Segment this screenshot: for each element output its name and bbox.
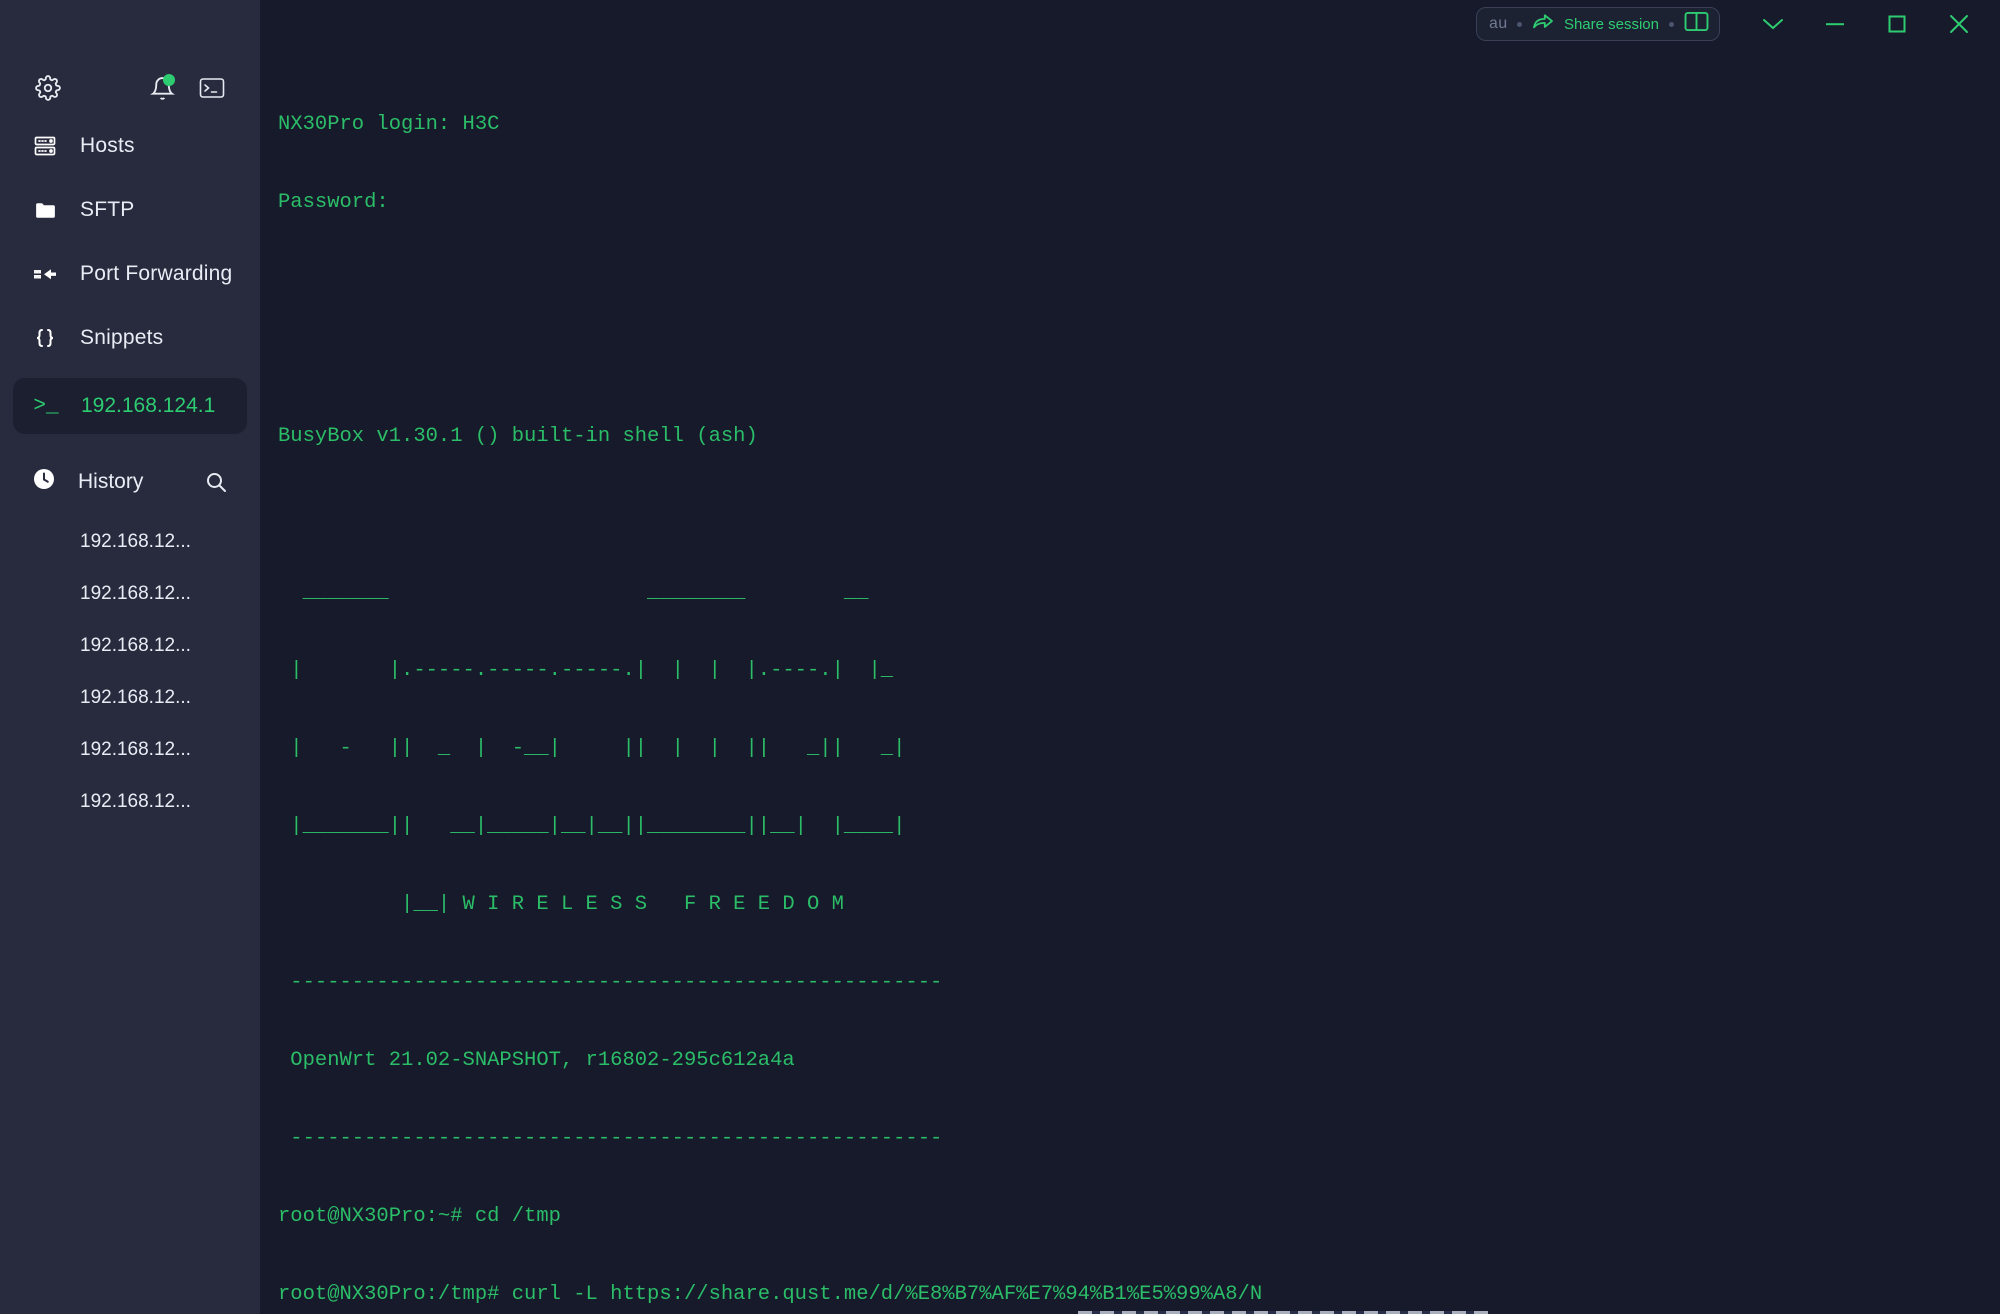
terminal-ascii-art-line: |__| W I R E L E S S F R E E D O M [278, 892, 2000, 918]
terminal-line [278, 268, 2000, 294]
minimize-icon[interactable] [1804, 0, 1866, 48]
split-pane-icon[interactable] [1684, 11, 1709, 37]
terminal-prompt-icon: >_ [33, 395, 59, 418]
server-icon [32, 133, 58, 159]
sidebar-item-label: SFTP [80, 198, 134, 222]
history-item-label: 192.168.12... [80, 791, 191, 813]
terminal-ascii-art-line: | |.-----.-----.-----.| | | |.----.| |_ [278, 658, 2000, 684]
terminal-line: OpenWrt 21.02-SNAPSHOT, r16802-295c612a4… [278, 1048, 2000, 1074]
sidebar-item-label: Snippets [80, 326, 163, 350]
session-name-input[interactable]: au [1489, 15, 1507, 33]
history-item-label: 192.168.12... [80, 531, 191, 553]
sidebar-item-label: Hosts [80, 134, 135, 158]
sidebar-item-snippets[interactable]: Snippets [0, 306, 260, 370]
terminal-panel: au Share session [260, 0, 2000, 1314]
list-item[interactable]: 192.168.12... [0, 620, 260, 672]
terminal-ascii-art-line: |_______|| __|_____|__|__||________||__|… [278, 814, 2000, 840]
terminal-line [278, 502, 2000, 528]
port-forwarding-icon [32, 261, 58, 287]
terminal-icon[interactable] [196, 72, 228, 104]
folder-icon [32, 197, 58, 223]
sidebar-item-sftp[interactable]: SFTP [0, 178, 260, 242]
history-item-label: 192.168.12... [80, 739, 191, 761]
sidebar-toolbar [0, 62, 260, 114]
active-session-label: 192.168.124.1 [81, 394, 215, 418]
terminal-line: ----------------------------------------… [278, 1126, 2000, 1152]
terminal-line: BusyBox v1.30.1 () built-in shell (ash) [278, 424, 2000, 450]
bell-icon[interactable] [146, 72, 178, 104]
braces-icon [32, 325, 58, 351]
history-item-label: 192.168.12... [80, 635, 191, 657]
app-window: Hosts SFTP Port Forwarding [0, 0, 2000, 1314]
share-arrow-icon[interactable] [1532, 13, 1554, 36]
terminal-output[interactable]: NX30Pro login: H3C Password: BusyBox v1.… [260, 0, 2000, 1314]
history-header: History [0, 448, 260, 516]
list-item[interactable]: 192.168.12... [0, 516, 260, 568]
notification-dot [163, 74, 175, 86]
terminal-line: root@NX30Pro:~# cd /tmp [278, 1204, 2000, 1230]
chevron-down-icon[interactable] [1742, 0, 1804, 48]
history-label: History [78, 470, 143, 494]
history-item-label: 192.168.12... [80, 583, 191, 605]
terminal-line: ----------------------------------------… [278, 970, 2000, 996]
window-titlebar: au Share session [260, 0, 2000, 48]
history-item-label: 192.168.12... [80, 687, 191, 709]
list-item[interactable]: 192.168.12... [0, 672, 260, 724]
terminal-line: root@NX30Pro:/tmp# curl -L https://share… [278, 1282, 2000, 1308]
list-item[interactable]: 192.168.12... [0, 724, 260, 776]
terminal-line: NX30Pro login: H3C [278, 112, 2000, 138]
list-item[interactable]: 192.168.12... [0, 776, 260, 828]
maximize-icon[interactable] [1866, 0, 1928, 48]
terminal-line: Password: [278, 190, 2000, 216]
sidebar: Hosts SFTP Port Forwarding [0, 0, 260, 1314]
gear-icon[interactable] [32, 72, 64, 104]
clock-icon [32, 467, 56, 497]
share-session-pill[interactable]: au Share session [1476, 7, 1720, 41]
separator-dot [1669, 22, 1674, 27]
sidebar-item-hosts[interactable]: Hosts [0, 114, 260, 178]
terminal-ascii-art-line: | - || _ | -__| || | | || _|| _| [278, 736, 2000, 762]
separator-dot [1517, 22, 1522, 27]
sidebar-item-label: Port Forwarding [80, 262, 232, 286]
sidebar-item-active-session[interactable]: >_ 192.168.124.1 [13, 378, 247, 434]
list-item[interactable]: 192.168.12... [0, 568, 260, 620]
share-session-label[interactable]: Share session [1564, 16, 1659, 33]
close-icon[interactable] [1928, 0, 1990, 48]
terminal-line [278, 346, 2000, 372]
search-icon[interactable] [200, 466, 232, 498]
terminal-ascii-art-line: _______ ________ __ [278, 580, 2000, 606]
sidebar-item-port-forwarding[interactable]: Port Forwarding [0, 242, 260, 306]
